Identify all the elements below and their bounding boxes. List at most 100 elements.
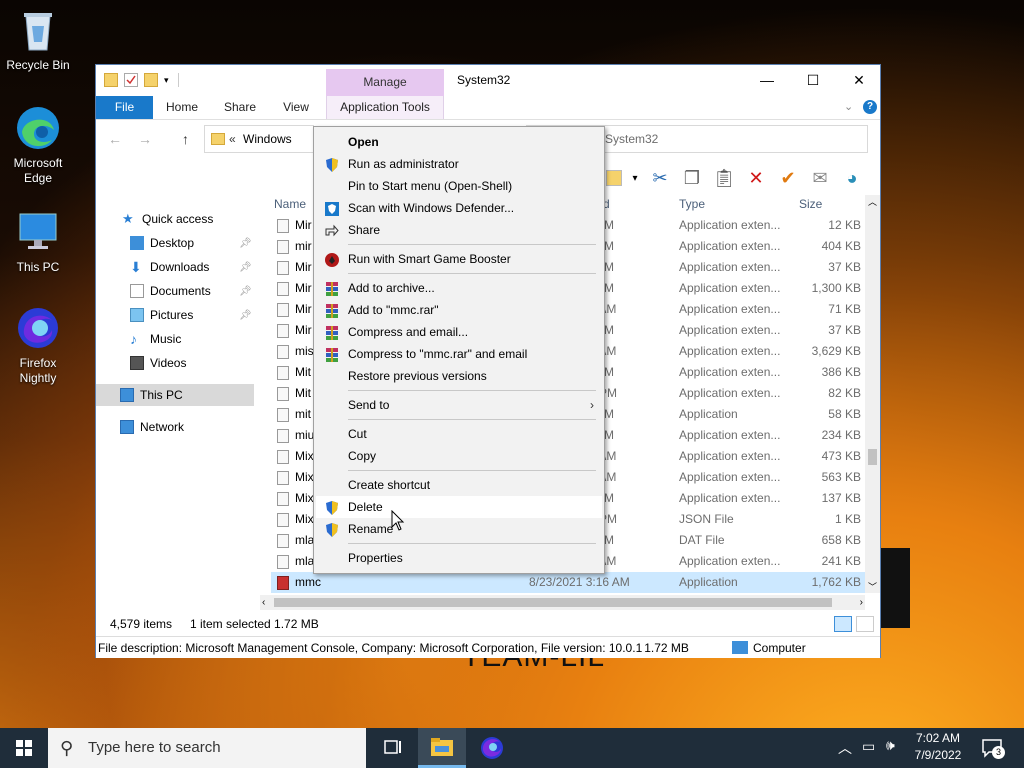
clock[interactable]: 7:02 AM 7/9/2022: [906, 731, 970, 762]
view-icon[interactable]: [606, 170, 622, 186]
network-shell-icon[interactable]: ◕: [840, 168, 864, 189]
task-view-icon: [384, 740, 401, 754]
scroll-right-arrow[interactable]: ›: [860, 595, 863, 610]
folder-icon[interactable]: [104, 73, 118, 87]
action-center-button[interactable]: 3: [980, 736, 1005, 760]
maximize-button[interactable]: ☐: [790, 65, 836, 96]
nav-pictures[interactable]: Pictures: [130, 304, 193, 326]
menu-item-scan-with-windows-defender[interactable]: Scan with Windows Defender...: [316, 197, 602, 219]
menu-item-open[interactable]: Open: [316, 131, 602, 153]
menu-item-delete[interactable]: Delete: [316, 496, 602, 518]
rename-icon[interactable]: ✔: [776, 168, 800, 189]
menu-item-compress-to-mmc-rar-and-email[interactable]: Compress to "mmc.rar" and email: [316, 343, 602, 365]
nav-videos[interactable]: Videos: [130, 352, 186, 374]
document-icon: [130, 284, 144, 298]
breadcrumb-windows[interactable]: Windows: [243, 132, 292, 146]
nav-network[interactable]: Network: [120, 416, 184, 438]
tab-file[interactable]: File: [96, 96, 153, 119]
menu-separator: [348, 273, 596, 274]
expand-ribbon-icon[interactable]: ⌄: [844, 100, 853, 113]
email-icon[interactable]: ✉: [808, 168, 832, 189]
tab-view[interactable]: View: [274, 96, 318, 119]
menu-item-add-to-mmc-rar[interactable]: Add to "mmc.rar": [316, 299, 602, 321]
volume-icon[interactable]: 🕪︎: [886, 737, 895, 754]
nav-documents[interactable]: Documents: [130, 280, 211, 302]
menu-item-send-to[interactable]: Send to ›: [316, 394, 602, 416]
menu-item-cut[interactable]: Cut: [316, 423, 602, 445]
menu-item-create-shortcut[interactable]: Create shortcut: [316, 474, 602, 496]
show-hidden-icons-button[interactable]: ︿: [838, 738, 852, 758]
menu-item-share[interactable]: Share: [316, 219, 602, 241]
taskbar-search-box[interactable]: ⚲ Type here to search: [48, 728, 366, 768]
new-folder-icon[interactable]: [144, 73, 158, 87]
column-header-size[interactable]: Size: [799, 197, 822, 211]
menu-item-add-to-archive[interactable]: Add to archive...: [316, 277, 602, 299]
chevron-down-icon[interactable]: ▾: [164, 73, 172, 87]
close-button[interactable]: ✕: [836, 65, 882, 96]
menu-item-rename[interactable]: Rename: [316, 518, 602, 540]
scroll-thumb[interactable]: [868, 449, 877, 465]
copy-icon[interactable]: ❐: [680, 168, 704, 189]
column-header-type[interactable]: Type: [679, 197, 705, 211]
menu-item-copy[interactable]: Copy: [316, 445, 602, 467]
menu-item-restore-previous-versions[interactable]: Restore previous versions: [316, 365, 602, 387]
scroll-up-arrow[interactable]: ︿: [865, 195, 880, 208]
large-icons-view-button[interactable]: [856, 616, 874, 632]
back-button[interactable]: ←: [108, 131, 122, 147]
taskbar-file-explorer[interactable]: [418, 728, 466, 768]
desktop-icon-recycle-bin[interactable]: Recycle Bin: [0, 6, 76, 73]
pin-icon[interactable]: 📌︎: [239, 238, 252, 249]
properties-icon[interactable]: [124, 73, 138, 87]
tab-application-tools[interactable]: Application Tools: [326, 96, 444, 119]
tab-share[interactable]: Share: [216, 96, 264, 119]
delete-icon[interactable]: ✕: [744, 168, 768, 189]
column-header-name[interactable]: Name: [274, 197, 306, 211]
minimize-button[interactable]: —: [744, 65, 790, 96]
cell-name: mir: [295, 239, 312, 253]
cell-size: 234 KB: [821, 428, 861, 442]
horizontal-scrollbar[interactable]: ‹ ›: [260, 595, 865, 610]
desktop-icon-edge[interactable]: Microsoft Edge: [0, 104, 76, 186]
desktop-icon-firefox-nightly[interactable]: Firefox Nightly: [0, 304, 76, 386]
scroll-left-arrow[interactable]: ‹: [262, 595, 265, 610]
network-tray-icon[interactable]: ▭: [862, 738, 875, 755]
pin-icon[interactable]: 📌︎: [239, 310, 252, 321]
scroll-down-arrow[interactable]: ﹀: [865, 580, 880, 593]
cell-size: 1,300 KB: [811, 281, 861, 295]
scroll-thumb[interactable]: [274, 598, 832, 607]
help-icon[interactable]: ?: [863, 100, 877, 114]
details-bar: File description: Microsoft Management C…: [96, 636, 880, 658]
nav-this-pc[interactable]: This PC: [96, 384, 254, 406]
menu-item-run-with-smart-game-booster[interactable]: Run with Smart Game Booster: [316, 248, 602, 270]
details-view-button[interactable]: [834, 616, 852, 632]
nav-quick-access[interactable]: ★ Quick access: [122, 208, 213, 230]
nav-desktop[interactable]: Desktop: [130, 232, 194, 254]
pin-icon[interactable]: 📌︎: [239, 286, 252, 297]
menu-item-run-as-administrator[interactable]: Run as administrator: [316, 153, 602, 175]
cell-size: 137 KB: [821, 491, 861, 505]
vertical-scrollbar[interactable]: ︿ ﹀: [865, 195, 880, 593]
cell-name: miu: [295, 428, 315, 442]
up-button[interactable]: ↑: [182, 131, 189, 147]
menu-item-pin-to-start-menu-open-shell[interactable]: Pin to Start menu (Open-Shell): [316, 175, 602, 197]
nav-music[interactable]: ♪ Music: [130, 328, 181, 350]
paste-icon[interactable]: 📋︎: [712, 168, 736, 189]
forward-button[interactable]: →: [138, 131, 152, 147]
breadcrumb-overflow[interactable]: «: [229, 132, 236, 146]
task-view-button[interactable]: [368, 728, 416, 768]
table-row[interactable]: mmc 8/23/2021 3:16 AM Application 1,762 KB: [271, 572, 865, 593]
menu-item-properties[interactable]: Properties: [316, 547, 602, 569]
taskbar-firefox-nightly[interactable]: [468, 728, 516, 768]
start-button[interactable]: [0, 728, 48, 768]
tab-home[interactable]: Home: [158, 96, 206, 119]
menu-item-label: Add to archive...: [348, 281, 435, 295]
nav-downloads[interactable]: ⬇ Downloads: [130, 256, 209, 278]
desktop-icon-this-pc[interactable]: This PC: [0, 208, 76, 275]
address-bar[interactable]: « Windows: [204, 125, 314, 153]
pin-icon[interactable]: 📌︎: [239, 262, 252, 273]
menu-item-compress-and-email[interactable]: Compress and email...: [316, 321, 602, 343]
tab-manage[interactable]: Manage: [326, 69, 444, 96]
cell-size: 1,762 KB: [811, 575, 861, 589]
cut-icon[interactable]: ✂: [648, 168, 672, 189]
chevron-down-icon[interactable]: ▾: [630, 173, 640, 184]
